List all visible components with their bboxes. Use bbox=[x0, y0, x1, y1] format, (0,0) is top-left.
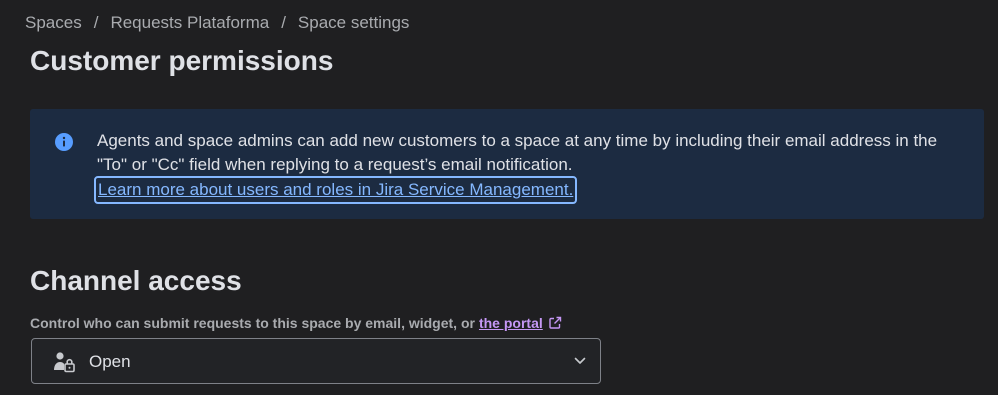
chevron-down-icon bbox=[574, 357, 586, 364]
breadcrumb-separator: / bbox=[93, 13, 99, 32]
person-lock-icon bbox=[54, 352, 75, 373]
channel-access-label-text: Control who can submit requests to this … bbox=[30, 315, 475, 331]
portal-link[interactable]: the portal bbox=[479, 315, 543, 331]
info-icon bbox=[55, 133, 73, 151]
learn-more-link[interactable]: Learn more about users and roles in Jira… bbox=[94, 176, 578, 204]
external-link-icon[interactable] bbox=[548, 316, 562, 330]
page: Spaces / Requests Plataforma / Space set… bbox=[0, 0, 998, 395]
channel-access-select[interactable]: Open bbox=[31, 338, 601, 384]
breadcrumb-requests-plataforma[interactable]: Requests Plataforma bbox=[110, 13, 269, 33]
breadcrumb-spaces[interactable]: Spaces bbox=[25, 13, 82, 33]
channel-access-title: Channel access bbox=[30, 265, 242, 296]
info-panel: Agents and space admins can add new cust… bbox=[30, 109, 984, 219]
breadcrumb-separator: / bbox=[281, 13, 286, 32]
info-message: Agents and space admins can add new cust… bbox=[97, 131, 938, 174]
channel-access-value: Open bbox=[89, 352, 131, 371]
breadcrumb-space-settings[interactable]: Space settings bbox=[298, 13, 410, 33]
page-title: Customer permissions bbox=[30, 45, 334, 76]
breadcrumb: Spaces / Requests Plataforma / Space set… bbox=[25, 13, 409, 33]
channel-access-label: Control who can submit requests to this … bbox=[30, 315, 562, 331]
